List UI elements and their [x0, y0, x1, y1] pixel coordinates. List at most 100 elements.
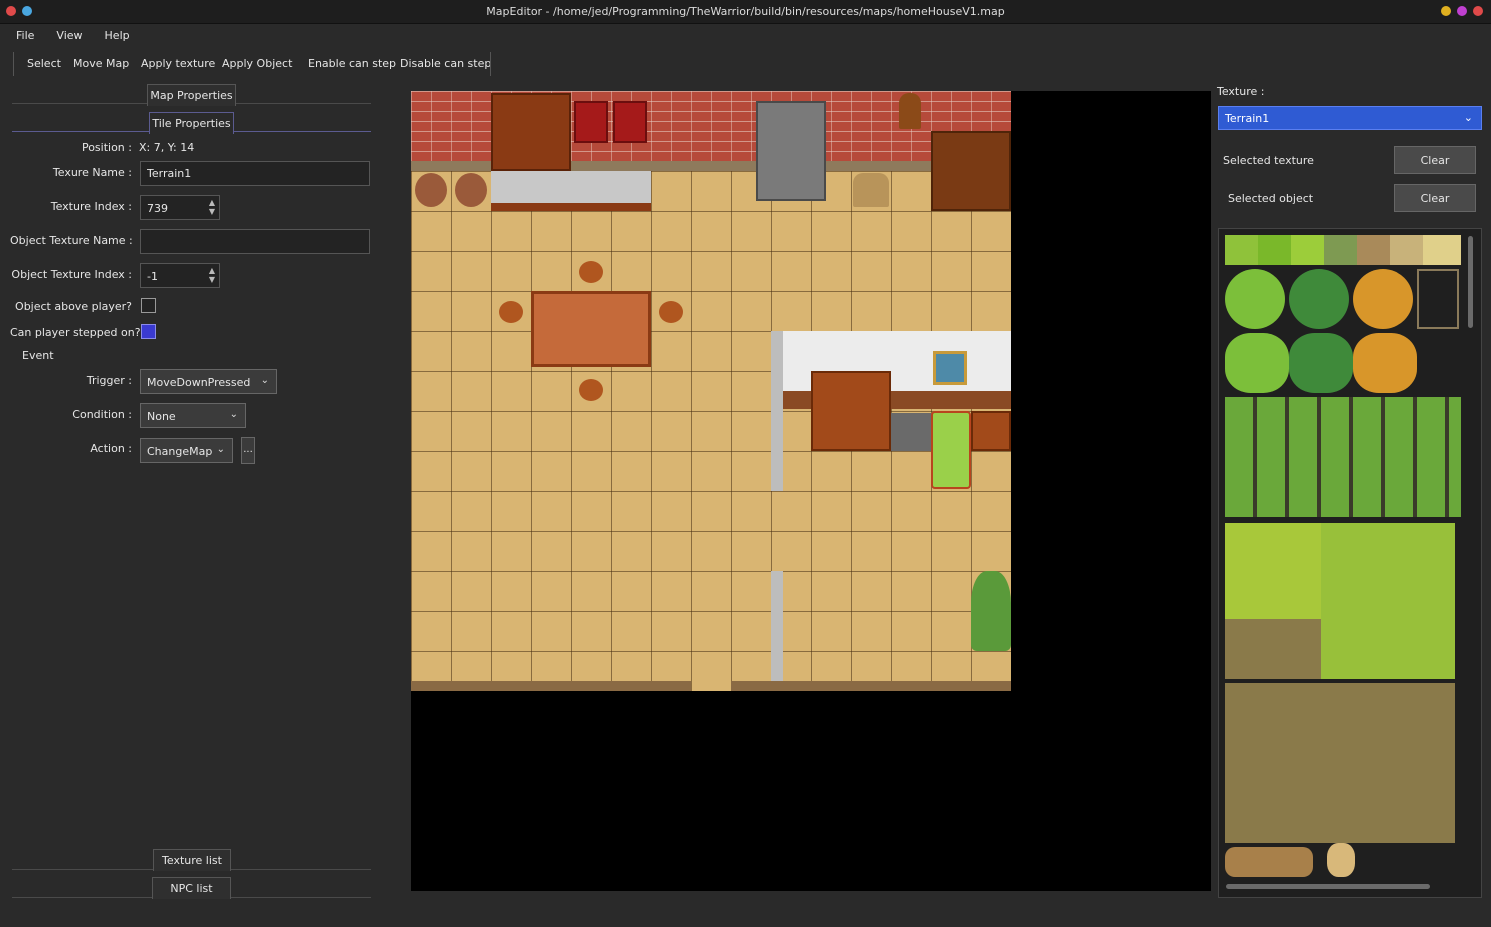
tile-map[interactable]: [411, 91, 1011, 691]
tree-sprite[interactable]: [1289, 269, 1349, 329]
tab-map-properties[interactable]: Map Properties: [147, 84, 236, 106]
basket-sprite: [853, 173, 889, 207]
title-bar: MapEditor - /home/jed/Programming/TheWar…: [0, 0, 1491, 24]
condition-label: Condition :: [72, 408, 132, 421]
move-map-button[interactable]: Move Map: [73, 57, 129, 70]
dresser-sprite: [811, 371, 891, 451]
clear-object-button[interactable]: Clear: [1394, 184, 1476, 212]
toolbar: Select Move Map Apply texture Apply Obje…: [0, 48, 1491, 78]
trigger-select[interactable]: MoveDownPressed ⌄: [140, 369, 277, 394]
action-value: ChangeMap: [147, 445, 213, 458]
terrain-tiles[interactable]: [1225, 235, 1461, 265]
menu-view[interactable]: View: [48, 24, 90, 46]
chevron-down-icon: ⌄: [229, 409, 238, 420]
apply-object-button[interactable]: Apply Object: [222, 57, 292, 70]
tree-sprite[interactable]: [1225, 333, 1289, 393]
tab-tile-properties[interactable]: Tile Properties: [149, 112, 234, 134]
tileset-horizontal-scrollbar[interactable]: [1226, 884, 1430, 889]
scarecrow-sprite[interactable]: [1327, 843, 1355, 877]
object-texture-index-label: Object Texture Index :: [11, 268, 132, 281]
object-texture-name-field[interactable]: [140, 229, 370, 254]
can-step-checkbox[interactable]: [141, 324, 156, 339]
texture-name-label: Texure Name :: [52, 166, 132, 179]
tileset-vertical-scrollbar[interactable]: [1468, 236, 1473, 328]
painting-sprite: [933, 351, 967, 385]
tree-sprite[interactable]: [1225, 269, 1285, 329]
wardrobe-sprite: [491, 93, 571, 171]
window-controls: [1441, 6, 1483, 16]
texture-label: Texture :: [1217, 85, 1265, 98]
object-above-player-checkbox[interactable]: [141, 298, 156, 313]
floor-border: [731, 681, 1011, 691]
log-sprite[interactable]: [1225, 847, 1313, 877]
texture-select[interactable]: Terrain1 ⌄: [1218, 106, 1482, 130]
table-sprite: [531, 291, 651, 367]
maximize-icon[interactable]: [1457, 6, 1467, 16]
condition-value: None: [147, 410, 176, 423]
grass-tiles[interactable]: [1321, 523, 1455, 679]
condition-select[interactable]: None ⌄: [140, 403, 246, 428]
texture-index-label: Texture Index :: [50, 200, 132, 213]
stool-sprite: [499, 301, 523, 323]
tree-sprite[interactable]: [1289, 333, 1353, 393]
tree-sprite[interactable]: [1353, 269, 1413, 329]
stepper-arrows-icon[interactable]: ▲ ▼: [209, 266, 215, 284]
minimize-icon[interactable]: [1441, 6, 1451, 16]
disable-can-step-button[interactable]: Disable can step: [400, 57, 491, 70]
stool-sprite: [659, 301, 683, 323]
object-above-player-label: Object above player?: [15, 300, 132, 313]
tab-texture-list[interactable]: Texture list: [153, 849, 231, 871]
floor-border: [411, 681, 691, 691]
fireplace-sprite: [756, 101, 826, 201]
dresser-sprite: [971, 411, 1011, 451]
selected-object-label: Selected object: [1228, 192, 1314, 205]
tileset-view[interactable]: [1218, 228, 1482, 898]
texture-index-stepper[interactable]: 739 ▲ ▼: [140, 195, 220, 220]
tree-sprite[interactable]: [1353, 333, 1417, 393]
apply-texture-button[interactable]: Apply texture: [141, 57, 215, 70]
window-sprite: [574, 101, 608, 143]
can-step-label: Can player stepped on?: [10, 326, 141, 339]
plant-sprite: [971, 571, 1011, 651]
chevron-down-icon: ⌄: [216, 444, 225, 455]
tab-npc-list[interactable]: NPC list: [152, 877, 231, 899]
trigger-label: Trigger :: [86, 374, 132, 387]
dirt-cliff-tiles[interactable]: [1225, 683, 1455, 843]
window-title: MapEditor - /home/jed/Programming/TheWar…: [486, 5, 1005, 18]
clear-texture-button[interactable]: Clear: [1394, 146, 1476, 174]
toolbar-separator: [13, 52, 14, 76]
menu-bar: File View Help: [0, 24, 1491, 46]
object-texture-index-value: -1: [147, 270, 158, 283]
chevron-down-icon: ⌄: [1463, 111, 1473, 124]
event-label: Event: [22, 349, 54, 362]
bed-sprite: [931, 411, 971, 489]
action-select[interactable]: ChangeMap ⌄: [140, 438, 233, 463]
pot-sprite: [455, 173, 487, 207]
stove-sprite: [891, 413, 931, 451]
map-viewport[interactable]: [411, 91, 1211, 891]
toolbar-separator: [490, 52, 491, 76]
plant-tiles[interactable]: [1225, 397, 1461, 517]
close-icon[interactable]: [1473, 6, 1483, 16]
bookshelf-sprite: [931, 131, 1011, 211]
menu-file[interactable]: File: [8, 24, 42, 46]
kitchen-counter-sprite: [491, 171, 651, 211]
pot-sprite: [415, 173, 447, 207]
trigger-value: MoveDownPressed: [147, 376, 251, 389]
selected-texture-label: Selected texture: [1223, 154, 1314, 167]
clock-icon: [899, 93, 921, 129]
stepper-arrows-icon[interactable]: ▲ ▼: [209, 198, 215, 216]
object-texture-index-stepper[interactable]: -1 ▲ ▼: [140, 263, 220, 288]
interior-wall: [771, 571, 783, 691]
texture-name-field[interactable]: [140, 161, 370, 186]
menu-help[interactable]: Help: [97, 24, 138, 46]
enable-can-step-button[interactable]: Enable can step: [308, 57, 396, 70]
position-label: Position :: [81, 141, 132, 154]
action-options-button[interactable]: ...: [241, 437, 255, 464]
action-label: Action :: [90, 442, 132, 455]
dead-tree-sprite[interactable]: [1417, 269, 1459, 329]
select-button[interactable]: Select: [27, 57, 61, 70]
cliff-tiles[interactable]: [1225, 523, 1321, 679]
position-value: X: 7, Y: 14: [139, 141, 195, 154]
interior-wall: [771, 331, 1011, 391]
